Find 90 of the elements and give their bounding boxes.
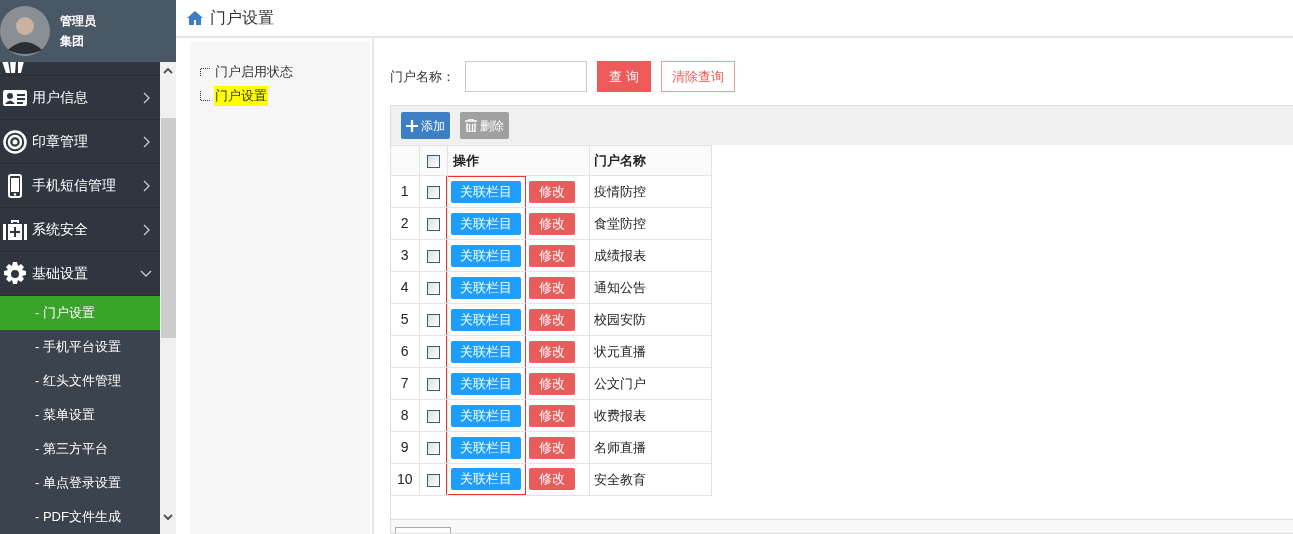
column-header: 门户名称 xyxy=(589,145,711,176)
menu-item[interactable]: 系统安全 xyxy=(0,208,160,252)
row-number: 1 xyxy=(391,175,419,208)
user-role: 管理员 xyxy=(60,13,96,30)
table-cell: 公文门户 xyxy=(589,367,711,400)
user-org: 集团 xyxy=(60,33,85,50)
submenu-item[interactable]: - 红头文件管理 xyxy=(0,364,160,398)
row-number: 6 xyxy=(391,335,419,368)
link-columns-button[interactable]: 关联栏目 xyxy=(450,244,521,267)
table-cell: 成绩报表 xyxy=(589,239,711,272)
link-columns-button[interactable]: 关联栏目 xyxy=(450,212,521,235)
submenu-item[interactable]: - 菜单设置 xyxy=(0,398,160,432)
clear-query-button[interactable]: 清除查询 xyxy=(661,61,735,92)
row-checkbox[interactable] xyxy=(426,313,440,327)
column-header: 操作 xyxy=(447,145,589,176)
link-columns-button[interactable]: 关联栏目 xyxy=(450,372,521,395)
tree-node[interactable]: 门户启用状态 xyxy=(214,62,294,82)
select-all-checkbox[interactable] xyxy=(426,154,440,168)
row-number: 10 xyxy=(391,463,419,496)
row-checkbox[interactable] xyxy=(426,473,440,487)
menu-item-icon xyxy=(2,62,24,75)
link-columns-button[interactable]: 关联栏目 xyxy=(450,436,521,459)
row-checkbox[interactable] xyxy=(426,441,440,455)
table-cell: 收费报表 xyxy=(589,399,711,432)
submenu-item[interactable]: - 门户设置 xyxy=(0,296,160,330)
edit-button[interactable]: 修改 xyxy=(528,340,575,363)
query-button[interactable]: 查 询 xyxy=(597,61,651,92)
target-icon xyxy=(3,129,27,154)
row-checkbox[interactable] xyxy=(426,281,440,295)
row-number: 3 xyxy=(391,239,419,272)
search-field[interactable] xyxy=(465,61,587,92)
edit-button[interactable]: 修改 xyxy=(528,276,575,299)
trash-icon xyxy=(465,119,477,132)
edit-button[interactable]: 修改 xyxy=(528,436,575,459)
search-label: 门户名称： xyxy=(390,67,455,86)
row-checkbox[interactable] xyxy=(426,217,440,231)
edit-button[interactable]: 修改 xyxy=(528,181,575,203)
edit-button[interactable]: 修改 xyxy=(528,244,575,267)
submenu-item[interactable]: - 单点登录设置 xyxy=(0,466,160,500)
row-checkbox[interactable] xyxy=(426,345,440,359)
row-checkbox[interactable] xyxy=(426,249,440,263)
phone-icon xyxy=(8,173,22,198)
submenu-item[interactable]: - 第三方平台 xyxy=(0,432,160,466)
avatar xyxy=(0,6,50,56)
edit-button[interactable]: 修改 xyxy=(528,404,575,427)
row-number: 8 xyxy=(391,399,419,432)
edit-button[interactable]: 修改 xyxy=(528,308,575,331)
table-cell: 校园安防 xyxy=(589,303,711,336)
add-button[interactable]: 添加 xyxy=(401,112,450,139)
table-cell: 安全教育 xyxy=(589,463,711,496)
table-cell: 食堂防控 xyxy=(589,207,711,240)
tree-connector-icon xyxy=(200,91,210,101)
tree-node[interactable]: 门户设置 xyxy=(214,86,268,106)
link-columns-button[interactable]: 关联栏目 xyxy=(450,468,521,490)
page-title: 门户设置 xyxy=(210,8,274,28)
scroll-down-icon[interactable] xyxy=(163,514,173,520)
menu-item[interactable]: 用户信息 xyxy=(0,76,160,120)
gear-icon xyxy=(3,261,27,286)
delete-button[interactable]: 删除 xyxy=(460,112,509,139)
scroll-up-icon[interactable] xyxy=(163,68,173,74)
link-columns-button[interactable]: 关联栏目 xyxy=(450,308,521,331)
id-card-icon xyxy=(3,89,27,106)
row-checkbox[interactable] xyxy=(426,409,440,423)
link-columns-button[interactable]: 关联栏目 xyxy=(450,404,521,427)
submenu-item[interactable]: - 手机平台设置 xyxy=(0,330,160,364)
tree-connector-icon xyxy=(200,68,210,76)
table-cell: 状元直播 xyxy=(589,335,711,368)
table-cell: 通知公告 xyxy=(589,271,711,304)
table-cell: 名师直播 xyxy=(589,431,711,464)
submenu-item[interactable]: - PDF文件生成 xyxy=(0,500,160,534)
medkit-icon xyxy=(3,218,27,241)
scrollbar[interactable] xyxy=(160,62,176,534)
row-number: 5 xyxy=(391,303,419,336)
row-checkbox[interactable] xyxy=(426,377,440,391)
row-number: 4 xyxy=(391,271,419,304)
plus-icon xyxy=(406,119,418,132)
link-columns-button[interactable]: 关联栏目 xyxy=(450,340,521,363)
menu-item[interactable]: 印章管理 xyxy=(0,120,160,164)
link-columns-button[interactable]: 关联栏目 xyxy=(450,181,521,203)
row-number: 2 xyxy=(391,207,419,240)
table-cell: 疫情防控 xyxy=(589,175,711,208)
link-columns-button[interactable]: 关联栏目 xyxy=(450,276,521,299)
edit-button[interactable]: 修改 xyxy=(528,212,575,235)
edit-button[interactable]: 修改 xyxy=(528,372,575,395)
row-number: 9 xyxy=(391,431,419,464)
row-checkbox[interactable] xyxy=(426,185,440,199)
row-number: 7 xyxy=(391,367,419,400)
edit-button[interactable]: 修改 xyxy=(528,468,575,490)
home-icon xyxy=(186,10,204,26)
menu-item[interactable]: 手机短信管理 xyxy=(0,164,160,208)
